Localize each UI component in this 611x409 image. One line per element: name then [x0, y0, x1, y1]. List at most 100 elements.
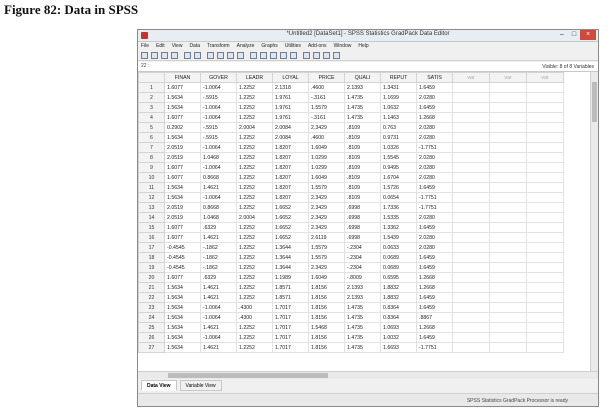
data-cell[interactable]: .6998: [344, 202, 381, 213]
data-cell[interactable]: 1.2668: [416, 322, 453, 333]
data-cell[interactable]: .6998: [344, 212, 381, 223]
data-cell[interactable]: .8109: [344, 182, 381, 193]
spell-icon[interactable]: [333, 52, 340, 59]
menu-transform[interactable]: Transform: [204, 42, 234, 51]
empty-cell[interactable]: [452, 122, 490, 133]
print-icon[interactable]: [161, 52, 168, 59]
empty-cell[interactable]: [452, 292, 490, 303]
data-cell[interactable]: 1.4735: [344, 112, 381, 123]
data-cell[interactable]: 0.0633: [380, 242, 417, 253]
data-cell[interactable]: 2.0519: [164, 202, 201, 213]
data-cell[interactable]: 1.2668: [416, 112, 453, 123]
data-cell[interactable]: -.5915: [200, 92, 237, 103]
data-cell[interactable]: 1.5634: [164, 192, 201, 203]
empty-cell[interactable]: [489, 222, 527, 233]
data-cell[interactable]: 1.9761: [272, 92, 309, 103]
data-cell[interactable]: 0.9731: [380, 132, 417, 143]
row-number[interactable]: 6: [138, 132, 165, 143]
empty-cell[interactable]: [489, 92, 527, 103]
data-cell[interactable]: .6329: [200, 222, 237, 233]
empty-cell[interactable]: [489, 322, 527, 333]
menu-file[interactable]: File: [138, 42, 153, 51]
data-cell[interactable]: 2.3429: [308, 122, 345, 133]
data-cell[interactable]: .4600: [308, 132, 345, 143]
data-cell[interactable]: 1.8832: [380, 292, 417, 303]
data-cell[interactable]: 1.7336: [380, 202, 417, 213]
data-cell[interactable]: 1.5634: [164, 322, 201, 333]
empty-cell[interactable]: [452, 262, 490, 273]
row-number[interactable]: 23: [138, 302, 165, 313]
empty-cell[interactable]: [489, 122, 527, 133]
empty-cell[interactable]: [452, 322, 490, 333]
data-cell[interactable]: 1.0468: [200, 212, 237, 223]
data-cell[interactable]: 0.6595: [380, 272, 417, 283]
data-cell[interactable]: -1.0064: [200, 82, 237, 93]
empty-cell[interactable]: [526, 102, 564, 113]
data-cell[interactable]: 0.0689: [380, 262, 417, 273]
empty-cell[interactable]: [526, 142, 564, 153]
data-cell[interactable]: 2.0519: [164, 152, 201, 163]
row-number[interactable]: 3: [138, 102, 165, 113]
data-cell[interactable]: 1.6459: [416, 82, 453, 93]
data-cell[interactable]: 1.2252: [236, 332, 273, 343]
data-cell[interactable]: 1.6049: [308, 142, 345, 153]
data-cell[interactable]: 1.5634: [164, 182, 201, 193]
column-header[interactable]: LEADR: [236, 72, 273, 83]
data-cell[interactable]: 1.1463: [380, 112, 417, 123]
data-cell[interactable]: 1.6459: [416, 262, 453, 273]
goto-variable-icon[interactable]: [217, 52, 224, 59]
empty-cell[interactable]: [526, 112, 564, 123]
value-labels-icon[interactable]: [303, 52, 310, 59]
data-cell[interactable]: 1.4621: [200, 182, 237, 193]
empty-cell[interactable]: [526, 292, 564, 303]
row-number[interactable]: 8: [138, 152, 165, 163]
empty-cell[interactable]: [452, 282, 490, 293]
data-cell[interactable]: 1.5579: [308, 102, 345, 113]
row-number[interactable]: 27: [138, 342, 165, 353]
data-cell[interactable]: 1.6459: [416, 302, 453, 313]
data-cell[interactable]: 1.8156: [308, 302, 345, 313]
row-number[interactable]: 11: [138, 182, 165, 193]
data-cell[interactable]: 2.0519: [164, 212, 201, 223]
empty-cell[interactable]: [526, 302, 564, 313]
corner-cell[interactable]: [138, 72, 165, 83]
data-cell[interactable]: 2.1393: [344, 292, 381, 303]
data-cell[interactable]: 1.6652: [272, 212, 309, 223]
data-cell[interactable]: 1.0632: [380, 102, 417, 113]
empty-cell[interactable]: [452, 172, 490, 183]
data-cell[interactable]: -.2304: [344, 262, 381, 273]
data-cell[interactable]: 1.6049: [308, 172, 345, 183]
data-cell[interactable]: 1.5579: [308, 182, 345, 193]
data-cell[interactable]: 2.0280: [416, 172, 453, 183]
recall-dialog-icon[interactable]: [171, 52, 178, 59]
data-cell[interactable]: 1.2252: [236, 232, 273, 243]
data-cell[interactable]: 1.6459: [416, 182, 453, 193]
empty-cell[interactable]: [489, 152, 527, 163]
menu-graphs[interactable]: Graphs: [258, 42, 281, 51]
data-cell[interactable]: .4300: [236, 302, 273, 313]
data-cell[interactable]: 0.8668: [200, 172, 237, 183]
empty-cell[interactable]: [526, 312, 564, 323]
empty-cell[interactable]: [489, 112, 527, 123]
data-cell[interactable]: 1.5634: [164, 332, 201, 343]
empty-cell[interactable]: [526, 252, 564, 263]
data-cell[interactable]: 1.0326: [380, 142, 417, 153]
column-header[interactable]: SATIS: [416, 72, 453, 83]
data-cell[interactable]: 1.5634: [164, 282, 201, 293]
empty-cell[interactable]: [452, 142, 490, 153]
data-cell[interactable]: -.1862: [200, 262, 237, 273]
row-number[interactable]: 26: [138, 332, 165, 343]
data-cell[interactable]: 2.0280: [416, 122, 453, 133]
column-header[interactable]: PRICE: [308, 72, 345, 83]
data-cell[interactable]: 1.0693: [380, 322, 417, 333]
data-cell[interactable]: 1.4621: [200, 322, 237, 333]
data-cell[interactable]: -1.0064: [200, 162, 237, 173]
empty-cell[interactable]: [526, 202, 564, 213]
data-cell[interactable]: 2.3429: [308, 192, 345, 203]
data-cell[interactable]: 1.8156: [308, 292, 345, 303]
empty-cell[interactable]: [489, 172, 527, 183]
empty-cell[interactable]: [452, 162, 490, 173]
empty-cell[interactable]: [526, 222, 564, 233]
variables-icon[interactable]: [227, 52, 234, 59]
empty-cell[interactable]: [489, 182, 527, 193]
